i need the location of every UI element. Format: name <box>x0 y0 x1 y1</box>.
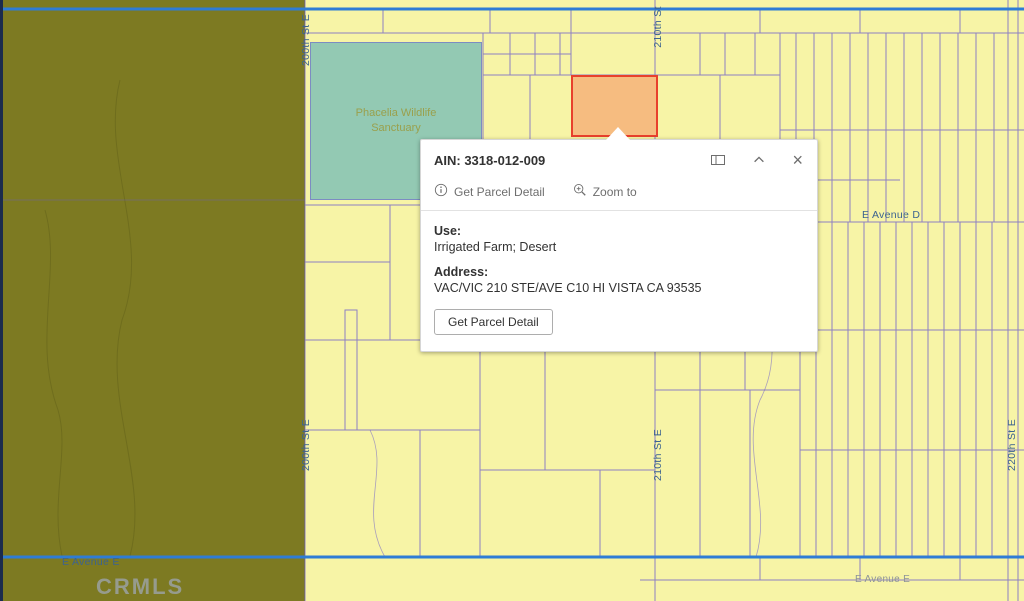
get-parcel-detail-link[interactable]: Get Parcel Detail <box>434 183 545 200</box>
popup-actions: Get Parcel Detail Zoom to <box>421 176 817 211</box>
crmls-watermark: CRMLS <box>96 574 184 600</box>
dock-icon[interactable] <box>710 152 726 168</box>
street-label-e-avenue-d: E Avenue D <box>862 209 920 221</box>
street-label-e-avenue-e-right: E Avenue E <box>855 574 910 585</box>
street-label-210th-st-top: 210th St <box>651 0 665 62</box>
street-label-200th-st-e: 200th St E <box>299 410 313 480</box>
popup-title: AIN: 3318-012-009 <box>434 153 545 168</box>
street-label-210th-st-e: 210th St E <box>651 420 665 490</box>
address-field-value: VAC/VIC 210 STE/AVE C10 HI VISTA CA 9353… <box>434 281 803 295</box>
popup-body: Use: Irrigated Farm; Desert Address: VAC… <box>421 211 817 351</box>
chevron-up-icon[interactable] <box>752 153 766 167</box>
street-label-e-avenue-e: E Avenue E <box>62 556 120 568</box>
zoom-to-link-label: Zoom to <box>593 185 637 199</box>
street-label-200th-st-e-top: 200th St E <box>299 5 313 75</box>
popup-header: AIN: 3318-012-009 × <box>421 140 817 176</box>
info-icon <box>434 183 448 200</box>
popup-anchor-tail <box>606 127 630 140</box>
address-field: Address: VAC/VIC 210 STE/AVE C10 HI VIST… <box>434 265 803 295</box>
use-field-label: Use: <box>434 224 803 238</box>
get-parcel-detail-link-label: Get Parcel Detail <box>454 185 545 199</box>
street-label-220th-st-e: 220th St E <box>1005 410 1019 480</box>
parcel-map-viewer: Phacelia Wildlife Sanctuary 200th St E 2… <box>0 0 1024 601</box>
zoom-to-link[interactable]: Zoom to <box>573 183 637 200</box>
use-field: Use: Irrigated Farm; Desert <box>434 224 803 254</box>
use-field-value: Irrigated Farm; Desert <box>434 240 803 254</box>
address-field-label: Address: <box>434 265 803 279</box>
zoom-to-icon <box>573 183 587 200</box>
get-parcel-detail-button[interactable]: Get Parcel Detail <box>434 309 553 335</box>
parcel-popup: AIN: 3318-012-009 × <box>420 139 818 352</box>
close-icon[interactable]: × <box>792 151 803 169</box>
sanctuary-label: Phacelia Wildlife Sanctuary <box>356 106 437 137</box>
